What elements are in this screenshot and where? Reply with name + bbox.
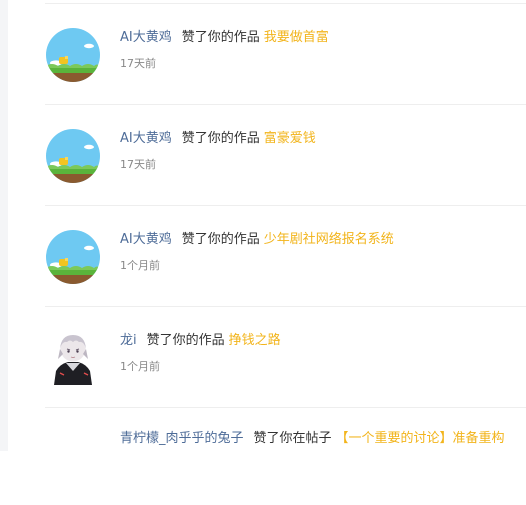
notification-item[interactable]: 龙i 赞了你的作品 挣钱之路 1个月前	[8, 307, 526, 407]
work-title-link[interactable]: 富豪爱钱	[264, 131, 316, 146]
notification-item[interactable]: AI大黄鸡 赞了你的作品 少年剧社网络报名系统 1个月前	[8, 206, 526, 306]
anime-character-avatar[interactable]	[46, 331, 100, 385]
username-link[interactable]: 青柠檬_肉乎乎的兔子	[120, 431, 244, 446]
timestamp: 17天前	[120, 158, 156, 171]
timestamp: 1个月前	[120, 259, 160, 272]
action-text: 赞了你的作品	[181, 131, 260, 146]
timestamp: 1个月前	[120, 360, 160, 373]
action-text: 赞了你的作品	[181, 232, 260, 247]
action-text: 赞了你的作品	[146, 333, 225, 348]
action-text: 赞了你的作品	[181, 30, 260, 45]
notification-item[interactable]: 青柠檬_肉乎乎的兔子 赞了你在帖子 【一个重要的讨论】准备重构	[8, 405, 526, 505]
username-link[interactable]: AI大黄鸡	[120, 30, 172, 45]
game-scene-avatar[interactable]	[46, 129, 100, 183]
work-title-link[interactable]: 挣钱之路	[229, 333, 281, 348]
game-scene-avatar[interactable]	[46, 28, 100, 82]
notification-item[interactable]: AI大黄鸡 赞了你的作品 富豪爱钱 17天前	[8, 105, 526, 205]
action-text: 赞了你在帖子	[253, 431, 332, 446]
work-title-link[interactable]: 我要做首富	[264, 30, 329, 45]
post-title-link[interactable]: 【一个重要的讨论】准备重构	[336, 431, 505, 446]
game-scene-avatar[interactable]	[46, 230, 100, 284]
work-title-link[interactable]: 少年剧社网络报名系统	[264, 232, 394, 247]
username-link[interactable]: AI大黄鸡	[120, 131, 172, 146]
left-gutter	[0, 0, 8, 451]
username-link[interactable]: AI大黄鸡	[120, 232, 172, 247]
username-link[interactable]: 龙i	[120, 333, 137, 348]
timestamp: 17天前	[120, 57, 156, 70]
notification-feed: AI大黄鸡 赞了你的作品 我要做首富 17天前 AI大黄鸡 赞了你的作品 富豪爱钱 17…	[8, 0, 526, 451]
notification-item[interactable]: AI大黄鸡 赞了你的作品 我要做首富 17天前	[8, 4, 526, 104]
